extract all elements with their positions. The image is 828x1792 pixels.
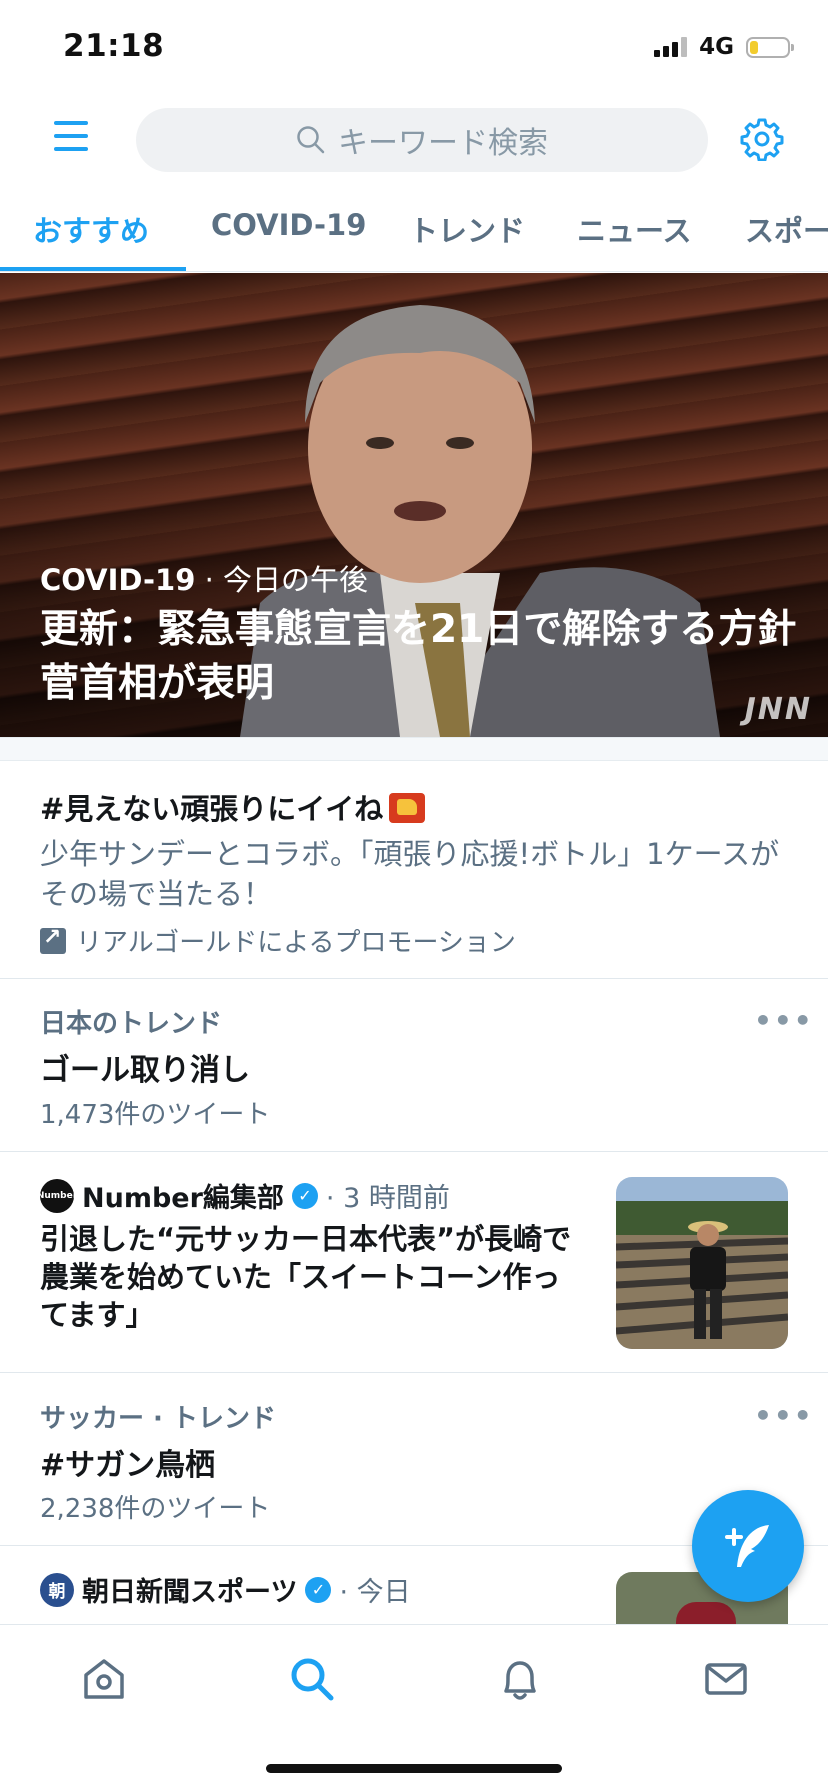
avatar: 朝: [40, 1572, 74, 1607]
more-icon[interactable]: •••: [754, 1004, 814, 1037]
tab-sports[interactable]: スポー: [745, 208, 828, 250]
nav-messages[interactable]: [702, 1655, 750, 1703]
trend-category: 日本のトレンド: [40, 1009, 223, 1039]
trend-category: サッカー · トレンド: [40, 1404, 276, 1434]
section-separator: [0, 737, 828, 761]
tab-bar: おすすめ COVID-19 トレンド ニュース スポー: [0, 198, 828, 272]
tab-news[interactable]: ニュース: [577, 208, 692, 250]
mail-icon: [705, 1663, 747, 1695]
nav-notifications[interactable]: [496, 1655, 544, 1703]
hero-meta: COVID-19 · 今日の午後: [40, 557, 368, 599]
status-time: 21:18: [63, 28, 165, 64]
trend-title: ゴール取り消し: [40, 1053, 250, 1088]
trend-title: #サガン鳥栖: [40, 1448, 216, 1483]
hero-headline: 更新：緊急事態宣言を21日で解除する方針 菅首相が表明: [40, 607, 797, 706]
news-source-line: Number Number編集部 ✓ · 3 時間前: [40, 1176, 450, 1215]
trend-tweet-count: 2,238件のツイート: [40, 1494, 271, 1524]
verified-icon: ✓: [305, 1576, 332, 1603]
home-icon: [84, 1659, 124, 1699]
search-icon: [297, 126, 325, 154]
promo-title-text: #見えない頑張りにイイね: [40, 792, 384, 826]
news-time: · 3 時間前: [325, 1183, 450, 1214]
verified-icon: ✓: [291, 1182, 318, 1209]
battery-icon: [746, 36, 794, 58]
search-input[interactable]: キーワード検索: [136, 108, 708, 172]
status-indicators: 4G: [654, 34, 794, 60]
thumbs-up-emoji-icon: [389, 793, 426, 823]
more-icon[interactable]: •••: [754, 1399, 814, 1432]
news-headline: 引退した“元サッカー日本代表”が長崎で農業を始めていた「スイートコーン作ってます…: [40, 1222, 572, 1332]
hero-category: COVID-19: [40, 563, 196, 597]
promoted-by: リアルゴールドによるプロモーション: [40, 922, 516, 959]
hero-story[interactable]: COVID-19 · 今日の午後 更新：緊急事態宣言を21日で解除する方針 菅首…: [0, 273, 828, 737]
hero-watermark: JNN: [744, 692, 812, 727]
network-type: 4G: [699, 34, 734, 60]
bell-icon: [504, 1661, 536, 1700]
tab-recommended[interactable]: おすすめ: [33, 208, 149, 250]
news-time: · 今日: [339, 1577, 411, 1608]
tab-trends[interactable]: トレンド: [409, 208, 525, 250]
tab-covid19[interactable]: COVID-19: [211, 208, 366, 242]
settings-button[interactable]: [740, 117, 784, 162]
search-icon: [291, 1658, 334, 1701]
hero-time: · 今日の午後: [195, 563, 369, 597]
trend-tweet-count: 1,473件のツイート: [40, 1100, 271, 1130]
menu-icon[interactable]: [54, 121, 90, 153]
promo-title: #見えない頑張りにイイね: [40, 786, 426, 828]
news-thumbnail: [616, 1177, 788, 1349]
promo-description: 少年サンデーとコラボ。「頑張り応援!ボトル」1ケースがその場で当たる！: [40, 837, 780, 911]
nav-search[interactable]: [288, 1655, 336, 1703]
news-source: Number編集部: [82, 1183, 284, 1214]
promoted-icon: [40, 925, 66, 954]
active-tab-indicator: [0, 267, 186, 271]
home-indicator[interactable]: [266, 1764, 562, 1773]
compose-button[interactable]: [692, 1490, 804, 1602]
compose-icon: [725, 1525, 769, 1567]
promoted-by-text: リアルゴールドによるプロモーション: [76, 928, 516, 958]
news-source: 朝日新聞スポーツ: [82, 1577, 298, 1608]
gear-icon: [740, 118, 784, 162]
avatar: Number: [40, 1178, 74, 1213]
signal-icon: [654, 37, 688, 57]
nav-home[interactable]: [80, 1655, 128, 1703]
search-placeholder: キーワード検索: [338, 126, 548, 161]
news-source-line: 朝 朝日新聞スポーツ ✓ · 今日: [40, 1570, 411, 1609]
